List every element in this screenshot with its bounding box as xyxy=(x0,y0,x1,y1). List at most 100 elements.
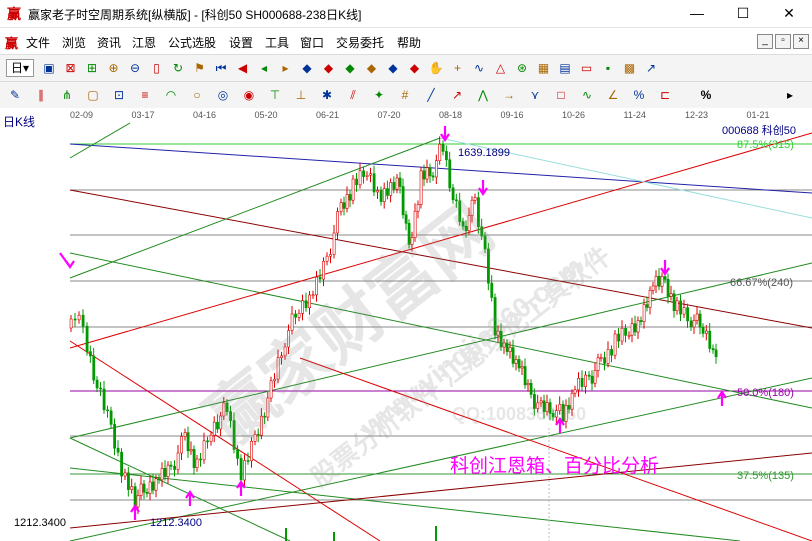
print-icon[interactable]: ▩ xyxy=(621,59,639,77)
arc-icon[interactable]: ◠ xyxy=(162,86,180,104)
percent-icon[interactable]: % xyxy=(630,86,648,104)
trend-icon[interactable]: ↗ xyxy=(642,59,660,77)
menu-tools[interactable]: 工具 xyxy=(265,34,289,51)
candle-body xyxy=(206,440,210,443)
candle-body xyxy=(294,313,298,318)
candle-body xyxy=(318,276,322,280)
gann-square-icon[interactable]: ⊡ xyxy=(110,86,128,104)
date-tick-label: 05-20 xyxy=(255,110,278,120)
angle-icon[interactable]: ∠ xyxy=(604,86,622,104)
fib-icon[interactable]: ≡ xyxy=(136,86,154,104)
triangle-icon[interactable]: △ xyxy=(492,59,510,77)
menu-trade[interactable]: 交易委托 xyxy=(336,34,384,51)
menu-help[interactable]: 帮助 xyxy=(397,34,421,51)
select-icon[interactable]: ▣ xyxy=(40,59,58,77)
candle-body xyxy=(362,170,366,177)
menu-browse[interactable]: 浏览 xyxy=(62,34,86,51)
diamond-icon[interactable]: ◆ xyxy=(320,59,338,77)
gann-fan-icon[interactable]: ⋔ xyxy=(58,86,76,104)
candle-body xyxy=(325,255,329,262)
mdi-minimize-button[interactable]: _ xyxy=(757,34,773,49)
zoom-in-icon[interactable]: ⊕ xyxy=(105,59,123,77)
candle-body xyxy=(163,467,167,477)
candle-body xyxy=(355,178,359,186)
price-icon[interactable]: ⊥ xyxy=(292,86,310,104)
line-icon[interactable]: ╱ xyxy=(422,86,440,104)
menu-app-icon[interactable]: 赢 xyxy=(5,33,18,52)
diamond-icon[interactable]: ◆ xyxy=(384,59,402,77)
menu-formula[interactable]: 公式选股 xyxy=(168,34,216,51)
wave-icon[interactable]: ∿ xyxy=(470,59,488,77)
mdi-close-button[interactable]: × xyxy=(793,34,809,49)
diamond-icon[interactable]: ◆ xyxy=(298,59,316,77)
circle-icon[interactable]: ○ xyxy=(188,86,206,104)
first-icon[interactable]: ⏮ xyxy=(212,59,230,77)
hand-icon[interactable]: ✋ xyxy=(427,59,445,77)
screen-icon[interactable]: ▭ xyxy=(578,59,596,77)
refresh-icon[interactable]: ↻ xyxy=(169,59,187,77)
candle-body xyxy=(136,495,140,508)
candle-body xyxy=(425,167,429,180)
diamond-icon[interactable]: ◆ xyxy=(341,59,359,77)
star-icon[interactable]: ✦ xyxy=(370,86,388,104)
candle-body xyxy=(630,323,634,336)
candle-body xyxy=(401,186,405,216)
crosshair-icon[interactable]: + xyxy=(449,59,467,77)
chart-canvas[interactable]: 02-09 03-17 04-16 05-20 06-21 07-20 08-18 09-16… xyxy=(0,108,812,541)
arrow-icon[interactable]: → xyxy=(500,86,518,104)
candle-body xyxy=(301,300,305,314)
wedge-icon[interactable]: ⋀ xyxy=(474,86,492,104)
pen-icon[interactable]: ✎ xyxy=(6,86,24,104)
diamond-icon[interactable]: ◆ xyxy=(406,59,424,77)
time-icon[interactable]: ⊤ xyxy=(266,86,284,104)
close-button[interactable]: ✕ xyxy=(766,0,812,27)
maximize-button[interactable]: ☐ xyxy=(720,0,766,27)
candle-body xyxy=(441,144,445,152)
zoom-out-icon[interactable]: ⊖ xyxy=(126,59,144,77)
diamond-icon[interactable]: ◆ xyxy=(363,59,381,77)
left-icon[interactable]: ◂ xyxy=(255,59,273,77)
candle-body xyxy=(195,458,199,468)
lock-icon[interactable]: ⊠ xyxy=(62,59,80,77)
candle-body xyxy=(603,357,607,364)
right-icon[interactable]: ▸ xyxy=(277,59,295,77)
cycle-icon[interactable]: ◎ xyxy=(214,86,232,104)
candle-body xyxy=(639,320,643,322)
candle-body xyxy=(606,349,610,364)
menu-info[interactable]: 资讯 xyxy=(97,34,121,51)
grid-icon[interactable]: # xyxy=(396,86,414,104)
candle-body xyxy=(348,194,352,201)
ruler-icon[interactable]: ⊏ xyxy=(656,86,674,104)
wave-icon[interactable]: ∿ xyxy=(578,86,596,104)
ray-icon[interactable]: ↗ xyxy=(448,86,466,104)
calendar-icon[interactable]: ▦ xyxy=(535,59,553,77)
gann-box-icon[interactable]: ▢ xyxy=(84,86,102,104)
kline-chart[interactable]: 02-09 03-17 04-16 05-20 06-21 07-20 08-18 09-16… xyxy=(0,108,812,541)
menu-settings[interactable]: 设置 xyxy=(229,34,253,51)
calc-icon[interactable]: ▤ xyxy=(556,59,574,77)
minimize-button[interactable]: — xyxy=(674,0,720,27)
flag-icon[interactable]: ⚑ xyxy=(191,59,209,77)
mdi-restore-button[interactable]: ▫ xyxy=(775,34,791,49)
data-icon[interactable]: ⊞ xyxy=(83,59,101,77)
candle-body xyxy=(358,170,362,186)
period-selector[interactable]: 日▾ xyxy=(6,59,34,77)
toolbar-more-button[interactable]: ▸ xyxy=(781,86,799,104)
menu-window[interactable]: 窗口 xyxy=(300,34,324,51)
candle-body xyxy=(526,382,530,386)
menu-gann[interactable]: 江恩 xyxy=(132,34,156,51)
save-icon[interactable]: ▪ xyxy=(599,59,617,77)
cursor-icon[interactable]: ▯ xyxy=(148,59,166,77)
box-icon[interactable]: □ xyxy=(552,86,570,104)
percent-button[interactable]: % xyxy=(697,86,715,104)
prev-icon[interactable]: ◀ xyxy=(234,59,252,77)
bars-icon[interactable]: ∥ xyxy=(32,86,50,104)
gann-icon[interactable]: ⊛ xyxy=(513,59,531,77)
candle-body xyxy=(689,320,693,328)
compass-icon[interactable]: ✱ xyxy=(318,86,336,104)
zigzag-icon[interactable]: ⋎ xyxy=(526,86,544,104)
channel-icon[interactable]: ⫽ xyxy=(344,86,362,104)
spiral-icon[interactable]: ◉ xyxy=(240,86,258,104)
menu-file[interactable]: 文件 xyxy=(26,34,50,51)
candle-body xyxy=(573,389,577,394)
